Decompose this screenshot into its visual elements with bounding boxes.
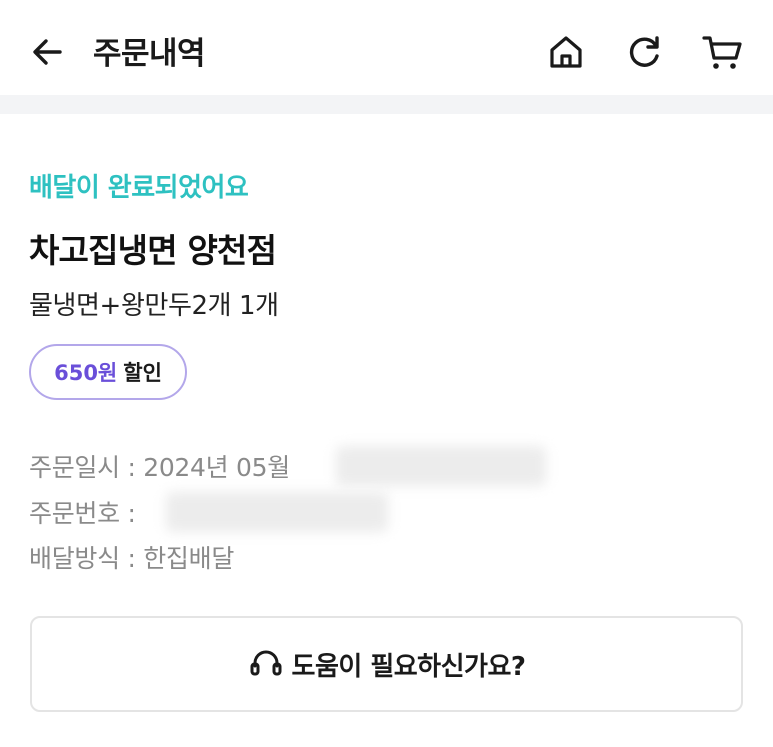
arrow-left-icon	[33, 39, 62, 65]
discount-amount: 650원	[54, 361, 118, 385]
cart-icon	[702, 36, 742, 69]
help-label: 도움이 필요하신가요?	[291, 651, 526, 682]
discount-badge: 650원 할인	[29, 344, 187, 400]
order-date: 주문일시 : 2024년 05월	[29, 453, 290, 482]
home-icon	[550, 36, 582, 68]
page-title: 주문내역	[93, 36, 206, 72]
redacted-order-number	[166, 492, 388, 532]
back-button[interactable]	[26, 30, 70, 74]
headset-icon	[248, 648, 284, 680]
home-button[interactable]	[544, 28, 588, 76]
refresh-icon	[629, 36, 659, 67]
delivery-method: 배달방식 : 한집배달	[29, 544, 235, 573]
store-name[interactable]: 차고집냉면 양천점	[29, 224, 277, 272]
cart-button[interactable]	[700, 28, 744, 76]
menu-summary: 물냉면+왕만두2개 1개	[29, 291, 279, 321]
refresh-button[interactable]	[622, 28, 666, 76]
help-button[interactable]: 도움이 필요하신가요?	[30, 616, 743, 712]
app-header: 주문내역	[0, 0, 773, 95]
redacted-date	[336, 446, 546, 486]
order-number: 주문번호 :	[29, 499, 136, 528]
discount-label: 할인	[123, 361, 162, 385]
delivery-status: 배달이 완료되었어요	[29, 173, 249, 203]
order-history-page: 주문내역 배달이 완료되었어요 차고집냉면 양천점 물냉면+왕만두2개 1개 6…	[0, 0, 773, 747]
section-divider	[0, 95, 773, 114]
